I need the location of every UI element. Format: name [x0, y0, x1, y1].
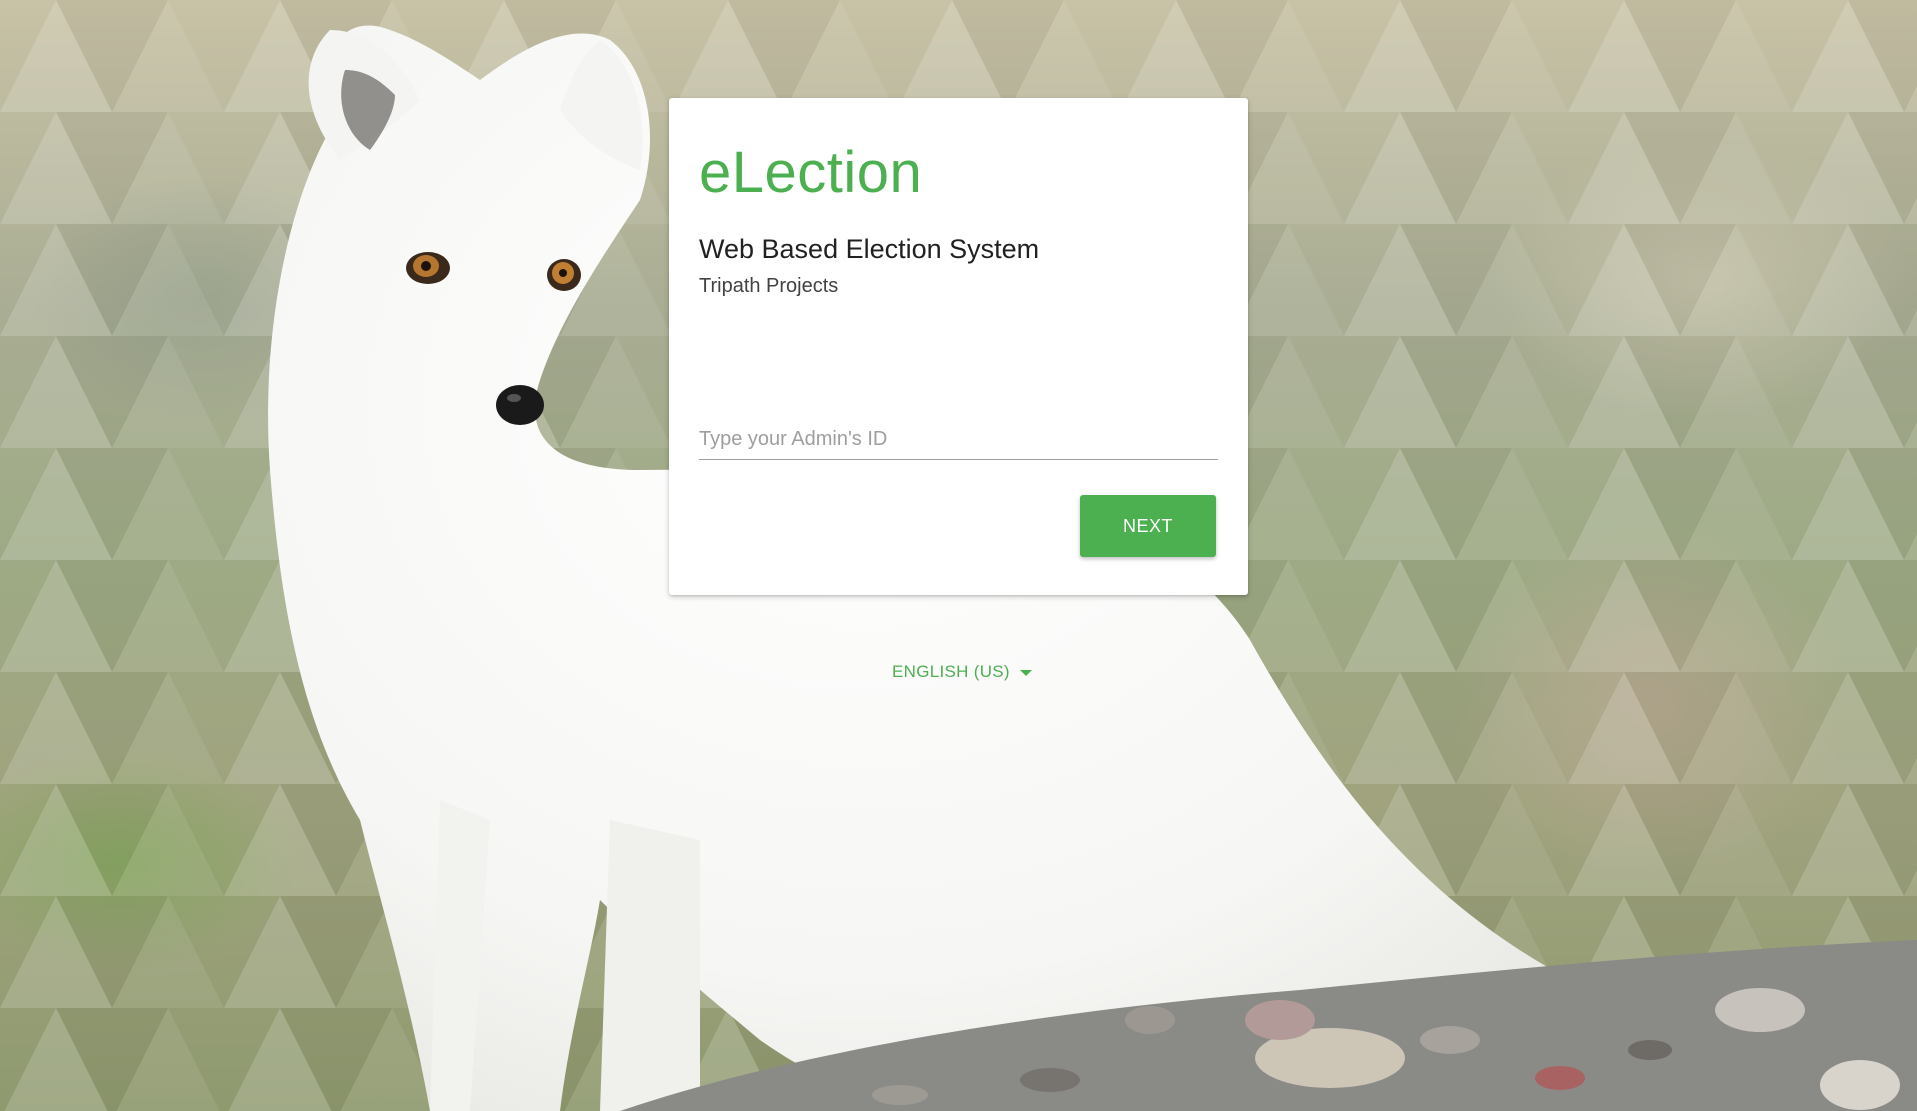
- caret-down-icon: [1019, 669, 1032, 676]
- login-card: eLection Web Based Election System Tripa…: [669, 98, 1248, 595]
- organization-name: Tripath Projects: [699, 275, 839, 297]
- app-brand-title: eLection: [699, 140, 923, 205]
- admin-id-input[interactable]: [699, 420, 1218, 460]
- language-selector[interactable]: ENGLISH (US): [892, 662, 1032, 682]
- app-subtitle: Web Based Election System: [699, 234, 1040, 264]
- next-button[interactable]: NEXT: [1080, 495, 1216, 557]
- language-selector-label: ENGLISH (US): [892, 662, 1010, 681]
- login-page: eLection Web Based Election System Tripa…: [0, 0, 1917, 1111]
